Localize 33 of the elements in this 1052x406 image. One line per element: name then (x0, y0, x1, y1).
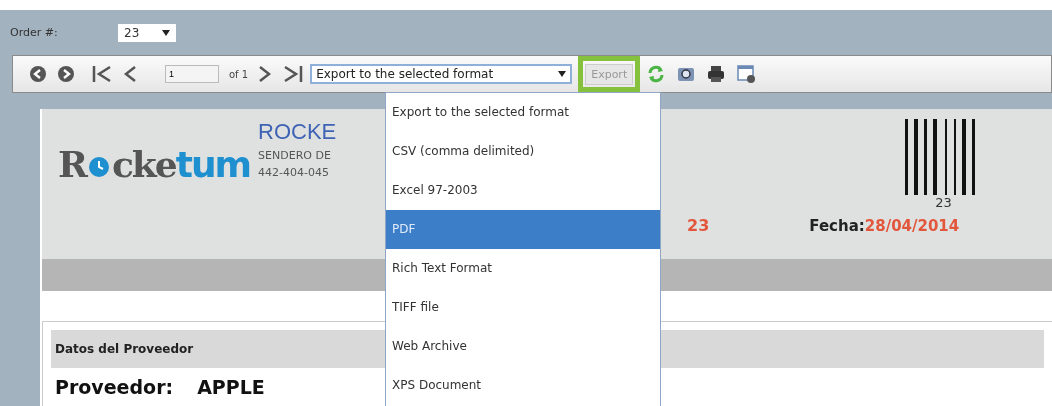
format-option[interactable]: Export to the selected format (386, 93, 660, 132)
company-phone: 442-404-045 (258, 166, 330, 179)
order-date: 28/04/2014 (864, 217, 960, 235)
company-logo: R cketum (58, 143, 251, 185)
barcode-number: 23 (935, 195, 952, 210)
format-option[interactable]: XPS Document (386, 366, 660, 405)
order-select[interactable]: 23 (118, 23, 176, 42)
page-field[interactable]: 1 (165, 65, 219, 83)
supplier-label: Proveedor: (55, 376, 174, 398)
format-option[interactable]: PDF (386, 210, 660, 249)
format-option[interactable]: Rich Text Format (386, 249, 660, 288)
order-number: 23 (687, 216, 710, 235)
forward-icon[interactable] (57, 65, 75, 83)
caret-icon (162, 29, 170, 36)
previous-page-icon[interactable] (123, 64, 137, 84)
caret-icon (558, 71, 567, 77)
supplier-name: APPLE (197, 376, 265, 398)
last-page-icon[interactable] (282, 64, 305, 84)
format-option[interactable]: Excel 97-2003 (386, 171, 660, 210)
next-page-icon[interactable] (258, 64, 273, 84)
first-page-icon[interactable] (91, 64, 113, 84)
format-option[interactable]: Web Archive (386, 327, 660, 366)
format-option[interactable]: TIFF file (386, 288, 660, 327)
page-setup-icon[interactable] (736, 64, 757, 84)
format-option[interactable]: CSV (comma delimited) (386, 132, 660, 171)
order-label: Order #: (10, 26, 59, 39)
back-icon[interactable] (29, 65, 47, 83)
print-icon[interactable] (706, 64, 727, 84)
company-name: ROCKE (258, 119, 337, 145)
company-address: SENDERO DE (258, 149, 332, 162)
page-count: of 1 (229, 68, 249, 80)
format-select[interactable]: Export to the selected format (310, 64, 573, 84)
date-label: Fecha: (809, 217, 865, 235)
